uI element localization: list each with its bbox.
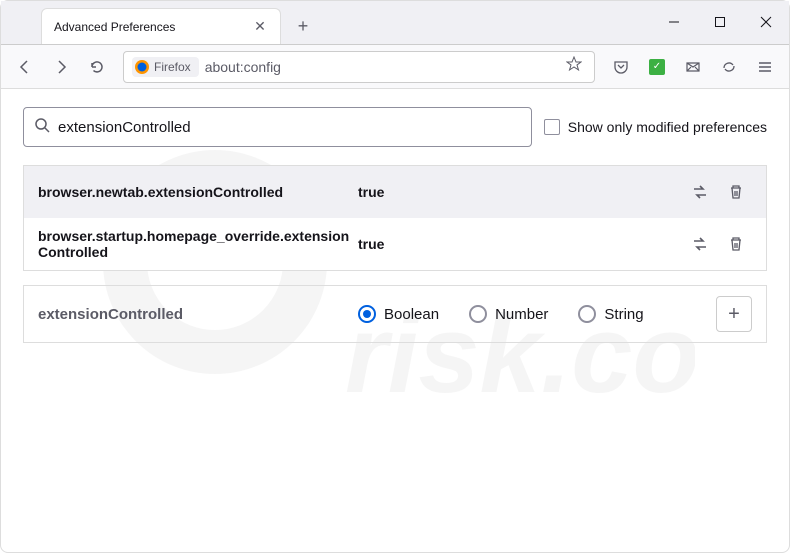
radio-boolean[interactable]: Boolean [358, 305, 439, 323]
pref-name: browser.startup.homepage_override.extens… [38, 228, 358, 260]
pocket-icon[interactable] [605, 51, 637, 83]
search-icon [34, 117, 50, 138]
firefox-logo-icon [134, 59, 150, 75]
radio-icon [469, 305, 487, 323]
pref-row: browser.newtab.extensionControlled true [24, 166, 766, 218]
show-modified-label: Show only modified preferences [568, 119, 767, 135]
titlebar: Advanced Preferences ✕ + [1, 1, 789, 45]
window-controls [651, 0, 789, 44]
pref-value: true [358, 236, 684, 252]
radio-number[interactable]: Number [469, 305, 548, 323]
search-input[interactable] [58, 119, 521, 136]
new-pref-row: extensionControlled Boolean Number Strin… [23, 285, 767, 343]
menu-button[interactable] [749, 51, 781, 83]
pref-name: browser.newtab.extensionControlled [38, 184, 358, 200]
type-radio-group: Boolean Number String [358, 305, 716, 323]
toggle-button[interactable] [684, 176, 716, 208]
radio-icon [358, 305, 376, 323]
radio-string[interactable]: String [578, 305, 643, 323]
reload-button[interactable] [81, 51, 113, 83]
maximize-button[interactable] [697, 0, 743, 44]
search-row: Show only modified preferences [23, 107, 767, 147]
close-tab-icon[interactable]: ✕ [252, 19, 268, 35]
sync-icon[interactable] [713, 51, 745, 83]
show-modified-checkbox[interactable]: Show only modified preferences [544, 119, 767, 135]
radio-label: Number [495, 306, 548, 323]
search-box[interactable] [23, 107, 532, 147]
checkbox-icon [544, 119, 560, 135]
minimize-button[interactable] [651, 0, 697, 44]
new-pref-name: extensionControlled [38, 306, 358, 323]
preferences-table: browser.newtab.extensionControlled true … [23, 165, 767, 271]
addon-icon[interactable]: ✓ [641, 51, 673, 83]
close-window-button[interactable] [743, 0, 789, 44]
url-bar[interactable]: Firefox about:config [123, 51, 595, 83]
forward-button[interactable] [45, 51, 77, 83]
pref-row: browser.startup.homepage_override.extens… [24, 218, 766, 270]
delete-button[interactable] [720, 176, 752, 208]
tab-title: Advanced Preferences [54, 20, 252, 34]
browser-toolbar: Firefox about:config ✓ [1, 45, 789, 89]
radio-label: String [604, 306, 643, 323]
new-tab-button[interactable]: + [289, 12, 317, 40]
browser-tab[interactable]: Advanced Preferences ✕ [41, 8, 281, 44]
about-config-content: Show only modified preferences browser.n… [1, 89, 789, 361]
back-button[interactable] [9, 51, 41, 83]
toggle-button[interactable] [684, 228, 716, 260]
radio-label: Boolean [384, 306, 439, 323]
mail-icon[interactable] [677, 51, 709, 83]
bookmark-star-icon[interactable] [562, 52, 586, 81]
identity-box[interactable]: Firefox [132, 57, 199, 77]
url-text: about:config [205, 59, 562, 75]
identity-label: Firefox [154, 60, 191, 74]
pref-value: true [358, 184, 684, 200]
add-pref-button[interactable]: + [716, 296, 752, 332]
radio-icon [578, 305, 596, 323]
delete-button[interactable] [720, 228, 752, 260]
